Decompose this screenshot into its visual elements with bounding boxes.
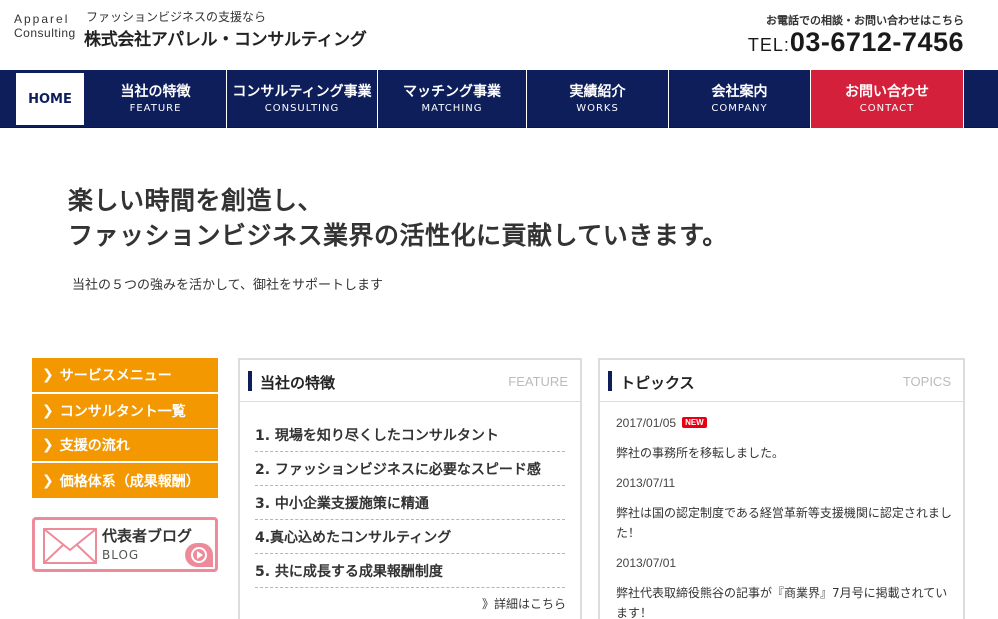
nav-sublabel: COMPANY (711, 103, 768, 114)
phone-number[interactable]: TEL:03-6712-7456 (748, 27, 964, 58)
envelope-icon (43, 528, 97, 564)
contact-note: お電話での相談・お問い合わせはこちら (766, 14, 964, 27)
nav-label: お問い合わせ (845, 84, 929, 100)
feature-item[interactable]: 3. 中小企業支援施策に精通 (255, 486, 565, 520)
phone-prefix: TEL: (747, 35, 790, 55)
nav-label: マッチング事業 (403, 84, 501, 100)
topic-text[interactable]: 弊社は国の認定制度である経営革新等支援機関に認定されました！ (616, 503, 952, 543)
feature-panel: 当社の特徴 FEATURE 1. 現場を知り尽くしたコンサルタント 2. ファッ… (238, 358, 582, 619)
feature-panel-title: 当社の特徴 (260, 374, 336, 392)
nav-sublabel: MATCHING (421, 103, 483, 114)
side-menu-service[interactable]: ❯ サービスメニュー (32, 358, 218, 392)
side-menu-flow[interactable]: ❯ 支援の流れ (32, 429, 218, 461)
nav-matching[interactable]: マッチング事業 MATCHING (378, 70, 527, 128)
blog-button[interactable]: 代表者ブログ BLOG (32, 517, 218, 572)
nav-sublabel: FEATURE (129, 103, 182, 114)
side-menu-label: 支援の流れ (59, 438, 130, 454)
logo[interactable]: Apparel Consulting (14, 12, 80, 40)
feature-more-link[interactable]: 》詳細はこちら (482, 595, 566, 612)
topics-panel: トピックス TOPICS 2017/01/05 NEW 弊社の事務所を移転しました… (598, 358, 965, 619)
nav-feature[interactable]: 当社の特徴 FEATURE (85, 70, 227, 128)
more-link-label: 詳細はこちら (493, 597, 566, 611)
side-menu-label: 価格体系（成果報酬） (59, 473, 200, 490)
topic-text[interactable]: 弊社の事務所を移転しました。 (616, 443, 952, 463)
heading-accent-bar (248, 371, 252, 391)
blog-title: 代表者ブログ (102, 527, 193, 545)
nav-consulting[interactable]: コンサルティング事業 CONSULTING (227, 70, 378, 128)
feature-item[interactable]: 2. ファッションビジネスに必要なスピード感 (255, 452, 565, 486)
arrow-right-icon (185, 543, 213, 567)
hero-line-1: 楽しい時間を創造し、 (68, 186, 324, 215)
nav-label: 実績紹介 (569, 84, 626, 100)
feature-panel-title-en: FEATURE (508, 374, 568, 389)
tagline: ファッションビジネスの支援なら (86, 10, 267, 24)
topic-text[interactable]: 弊社代表取締役熊谷の記事が『商業界』7月号に掲載されています！ (616, 583, 952, 619)
topics-panel-title: トピックス (620, 374, 695, 392)
hero-subtitle: 当社の５つの強みを活かして、御社をサポートします (72, 278, 383, 293)
chevron-right-icon: ❯ (42, 403, 54, 419)
topics-panel-header: トピックス TOPICS (600, 360, 963, 402)
side-menu-pricing[interactable]: ❯ 価格体系（成果報酬） (32, 463, 218, 498)
feature-item[interactable]: 1. 現場を知り尽くしたコンサルタント (255, 418, 565, 452)
nav-sublabel: CONTACT (859, 103, 915, 114)
nav-label: 会社案内 (711, 84, 768, 100)
nav-contact[interactable]: お問い合わせ CONTACT (811, 70, 964, 128)
hero-title: 楽しい時間を創造し、 ファッションビジネス業界の活性化に貢献していきます。 (68, 183, 728, 253)
chevron-right-icon: ❯ (42, 437, 54, 453)
chevron-right-icon: ❯ (42, 472, 54, 489)
new-badge: NEW (682, 417, 707, 428)
heading-accent-bar (608, 371, 612, 391)
nav-label: コンサルティング事業 (232, 84, 372, 100)
company-name[interactable]: 株式会社アパレル・コンサルティング (84, 25, 367, 50)
topic-date-text: 2017/01/05 (616, 416, 677, 430)
chevron-right-icon: 》 (481, 597, 494, 611)
logo-line1: Apparel (14, 12, 70, 26)
blog-subtitle: BLOG (102, 548, 140, 562)
topics-panel-title-en: TOPICS (902, 374, 951, 389)
chevron-right-icon: ❯ (42, 367, 54, 383)
phone-digits: 03-6712-7456 (789, 27, 964, 57)
hero-line-2: ファッションビジネス業界の活性化に貢献していきます。 (68, 221, 728, 250)
nav-home[interactable]: HOME (15, 72, 85, 126)
nav-sublabel: CONSULTING (264, 103, 340, 114)
logo-line2: Consulting (14, 26, 76, 40)
nav-label: 当社の特徴 (120, 84, 191, 100)
side-menu-label: コンサルタント一覧 (59, 404, 186, 420)
feature-item[interactable]: 5. 共に成長する成果報酬制度 (255, 554, 565, 588)
side-menu-consultants[interactable]: ❯ コンサルタント一覧 (32, 394, 218, 428)
topic-date: 2013/07/11 (616, 476, 676, 490)
feature-item[interactable]: 4.真心込めたコンサルティング (255, 520, 565, 554)
nav-sublabel: WORKS (576, 103, 619, 114)
side-menu-label: サービスメニュー (59, 368, 172, 384)
nav-works[interactable]: 実績紹介 WORKS (527, 70, 669, 128)
main-nav: HOME 当社の特徴 FEATURE コンサルティング事業 CONSULTING… (0, 70, 998, 128)
feature-panel-header: 当社の特徴 FEATURE (240, 360, 580, 402)
site-header: Apparel Consulting ファッションビジネスの支援なら 株式会社ア… (0, 0, 998, 70)
nav-company[interactable]: 会社案内 COMPANY (669, 70, 811, 128)
topic-date: 2013/07/01 (616, 556, 677, 570)
topic-date: 2017/01/05 NEW (616, 416, 707, 430)
